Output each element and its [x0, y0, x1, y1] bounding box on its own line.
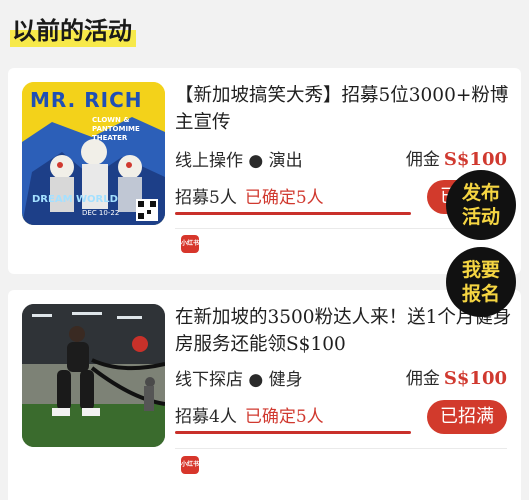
poster-headline: MR. RICH	[30, 88, 143, 112]
recruit-status: 招募4人 已确定5人	[175, 402, 324, 427]
commission-label: 佣金	[405, 369, 440, 389]
activity-meta: 线下探店 ● 健身	[175, 370, 303, 390]
commission-label: 佣金	[405, 150, 440, 170]
recruit-count: 招募5人	[175, 188, 237, 208]
divider	[175, 448, 507, 449]
publish-label-line2: 活动	[461, 206, 500, 228]
activity-card[interactable]: 在新加坡的3500粉达人来！送1个月健身房服务还能领S$100 线下探店 ● 健…	[8, 290, 521, 500]
activity-poster-image[interactable]: MR. RICH CLOWN & PANTOMIME THEATER DREAM…	[22, 82, 165, 225]
commission-amount: S$100	[443, 368, 507, 389]
signup-label-line2: 报名	[461, 283, 500, 305]
recruit-progress-fill	[175, 431, 411, 434]
full-button[interactable]: 已招满	[427, 400, 507, 434]
recruit-progress-bar	[175, 212, 411, 215]
activity-photo-image[interactable]	[22, 304, 165, 447]
commission: 佣金 S$100	[406, 364, 507, 389]
recruit-progress-fill	[175, 212, 411, 215]
recruit-count: 招募4人	[175, 407, 237, 427]
poster-banner: DREAM WORLD	[32, 194, 118, 205]
xiaohongshu-icon: 小红书	[181, 456, 199, 474]
poster-subline: CLOWN & PANTOMIME THEATER	[92, 116, 140, 142]
publish-activity-button[interactable]: 发布 活动	[446, 170, 516, 240]
recruit-progress-bar	[175, 431, 411, 434]
signup-label-line1: 我要	[461, 259, 500, 281]
commission-amount: S$100	[443, 149, 507, 170]
activity-card[interactable]: MR. RICH CLOWN & PANTOMIME THEATER DREAM…	[8, 68, 521, 274]
commission: 佣金 S$100	[406, 145, 507, 170]
poster-date: DEC 10-22	[82, 209, 120, 217]
activity-meta: 线上操作 ● 演出	[175, 151, 303, 171]
confirmed-count: 已确定5人	[244, 188, 324, 208]
xiaohongshu-icon: 小红书	[181, 235, 199, 253]
publish-label-line1: 发布	[461, 182, 500, 204]
section-title: 以前的活动	[10, 14, 136, 50]
confirmed-count: 已确定5人	[244, 407, 324, 427]
activity-title[interactable]: 【新加坡搞笑大秀】招募5位3000+粉博主宣传	[175, 82, 515, 136]
recruit-status: 招募5人 已确定5人	[175, 183, 324, 208]
signup-button[interactable]: 我要 报名	[446, 247, 516, 317]
